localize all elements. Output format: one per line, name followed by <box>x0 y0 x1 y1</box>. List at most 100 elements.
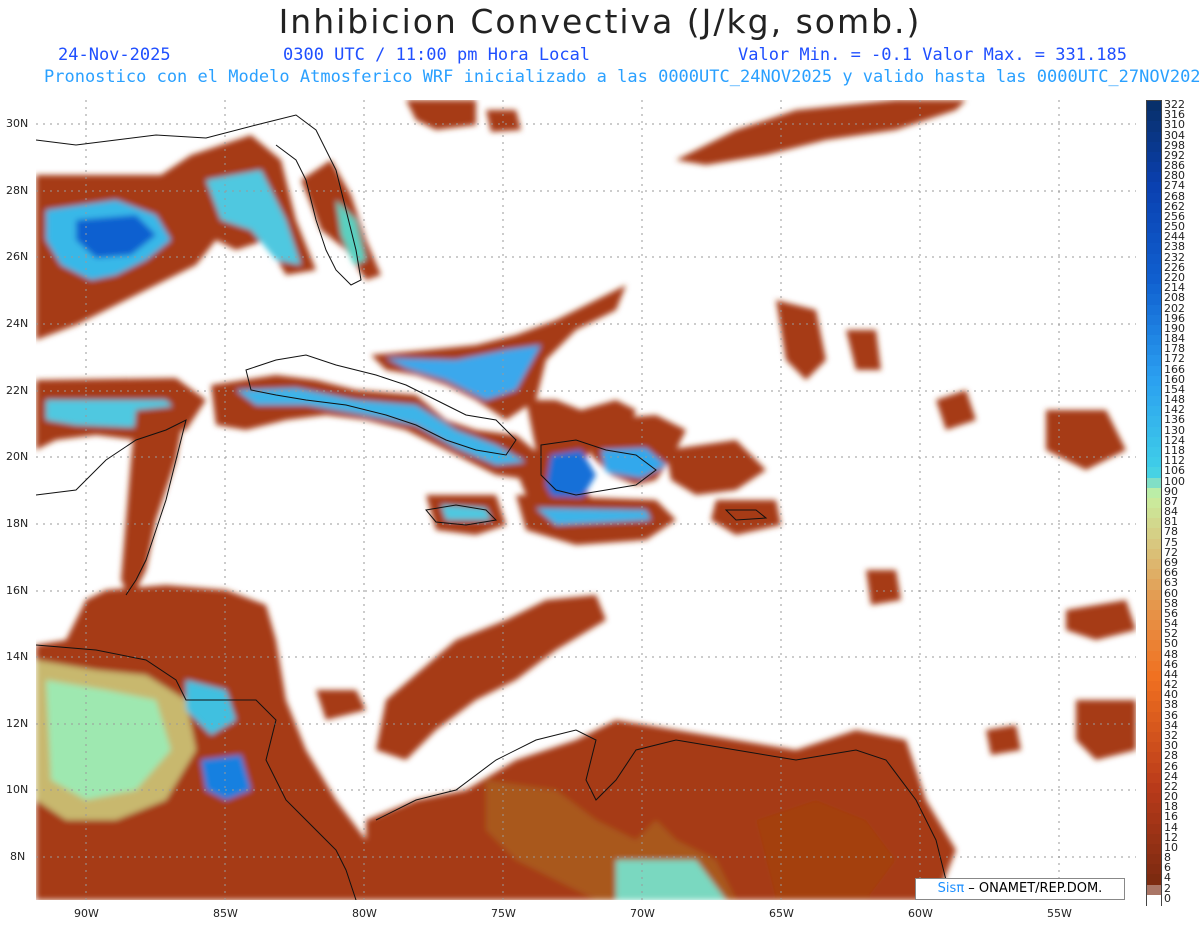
forecast-time: 0300 UTC / 11:00 pm Hora Local <box>283 45 591 65</box>
forecast-date: 24-Nov-2025 <box>58 45 171 65</box>
colorbar-cell <box>1147 528 1161 540</box>
colorbar-cell <box>1147 569 1161 580</box>
colorbar-cell <box>1147 579 1161 591</box>
colorbar-cell <box>1147 518 1161 530</box>
map-canvas <box>36 100 1136 900</box>
colorbar-cell <box>1147 843 1161 855</box>
colorbar-cell <box>1147 721 1161 733</box>
colorbar-cell <box>1147 772 1161 784</box>
colorbar-cell <box>1147 324 1161 336</box>
colorbar-cell <box>1147 599 1161 611</box>
colorbar-cell <box>1147 630 1161 641</box>
colorbar-cell <box>1147 833 1161 845</box>
colorbar-cell <box>1147 640 1161 652</box>
colorbar-cell <box>1147 111 1161 122</box>
colorbar-cell <box>1147 253 1161 265</box>
colorbar-cell <box>1147 263 1161 275</box>
colorbar-cell <box>1147 803 1161 814</box>
colorbar-cell <box>1147 426 1161 438</box>
colorbar-cell <box>1147 304 1161 316</box>
colorbar-cell <box>1147 151 1161 163</box>
colorbar-cell <box>1147 345 1161 357</box>
colorbar-cell <box>1147 335 1161 346</box>
colorbar-cell <box>1147 558 1161 570</box>
colorbar-cell <box>1147 212 1161 224</box>
colorbar-cell <box>1147 731 1161 743</box>
credit-pi: π <box>956 881 965 896</box>
colorbar-cell <box>1147 365 1161 377</box>
colorbar-cell <box>1147 823 1161 835</box>
lon-label: 70W <box>630 907 655 920</box>
colorbar-cell <box>1147 182 1161 194</box>
colorbar-cell <box>1147 782 1161 794</box>
colorbar-cell <box>1147 894 1161 906</box>
lon-label: 90W <box>74 907 99 920</box>
lon-label: 65W <box>769 907 794 920</box>
colorbar-cell <box>1147 121 1161 133</box>
lat-label: 26N <box>6 250 29 263</box>
colorbar-cell <box>1147 284 1161 295</box>
colorbar-cell <box>1147 793 1161 804</box>
colorbar-cell <box>1147 223 1161 234</box>
lon-label: 55W <box>1047 907 1072 920</box>
model-subtitle: Pronostico con el Modelo Atmosferico WRF… <box>44 67 1200 87</box>
colorbar-cell <box>1147 355 1161 367</box>
lon-label: 75W <box>491 907 516 920</box>
colorbar-cell <box>1147 854 1161 865</box>
colorbar-cell <box>1147 864 1161 876</box>
colorbar-cell <box>1147 711 1161 723</box>
credit-prefix: Sis <box>937 881 957 896</box>
colorbar-cell <box>1147 162 1161 173</box>
lat-label: 18N <box>6 517 29 530</box>
lat-label: 16N <box>6 584 29 597</box>
lat-label: 22N <box>6 384 29 397</box>
colorbar-cell <box>1147 742 1161 753</box>
colorbar-cell <box>1147 538 1161 550</box>
credit-text: – ONAMET/REP.DOM. <box>968 881 1103 896</box>
colorbar-cell <box>1147 406 1161 418</box>
colorbar-cell <box>1147 294 1161 306</box>
colorbar-cell <box>1147 497 1161 509</box>
colorbar-cell <box>1147 233 1161 245</box>
colorbar-cell <box>1147 701 1161 713</box>
colorbar-cell <box>1147 691 1161 703</box>
colorbar-cell <box>1147 681 1161 692</box>
lon-label: 80W <box>352 907 377 920</box>
lat-label: 28N <box>6 184 29 197</box>
colorbar-cell <box>1147 396 1161 407</box>
lat-label: 24N <box>6 317 29 330</box>
colorbar-cell <box>1147 457 1161 468</box>
colorbar-cell <box>1147 884 1161 896</box>
cin-map <box>36 100 1136 900</box>
lat-label: 14N <box>6 650 29 663</box>
colorbar-cell <box>1147 508 1161 519</box>
colorbar <box>1146 100 1162 906</box>
colorbar-cell <box>1147 131 1161 143</box>
colorbar-cell <box>1147 589 1161 601</box>
colorbar-cell <box>1147 670 1161 682</box>
colorbar-cell <box>1147 467 1161 479</box>
colorbar-cell <box>1147 752 1161 764</box>
colorbar-cell <box>1147 609 1161 621</box>
colorbar-cell <box>1147 416 1161 428</box>
credit-box: Sisπ – ONAMET/REP.DOM. <box>915 878 1125 900</box>
colorbar-cell <box>1147 874 1161 886</box>
colorbar-cell <box>1147 274 1161 285</box>
lat-label: 20N <box>6 450 29 463</box>
lat-label: 12N <box>6 717 29 730</box>
colorbar-cell <box>1147 447 1161 458</box>
colorbar-cell <box>1147 192 1161 204</box>
lat-label: 30N <box>6 117 29 130</box>
colorbar-cell <box>1147 813 1161 825</box>
colorbar-cell <box>1147 477 1161 489</box>
lat-label: 8N <box>10 850 26 863</box>
colorbar-cell <box>1147 762 1161 774</box>
colorbar-cell <box>1147 202 1161 214</box>
colorbar-label: 0 <box>1164 891 1171 905</box>
colorbar-cell <box>1147 314 1161 326</box>
colorbar-cell <box>1147 660 1161 672</box>
lon-label: 85W <box>213 907 238 920</box>
colorbar-cell <box>1147 385 1161 397</box>
colorbar-cell <box>1147 650 1161 662</box>
lon-label: 60W <box>908 907 933 920</box>
